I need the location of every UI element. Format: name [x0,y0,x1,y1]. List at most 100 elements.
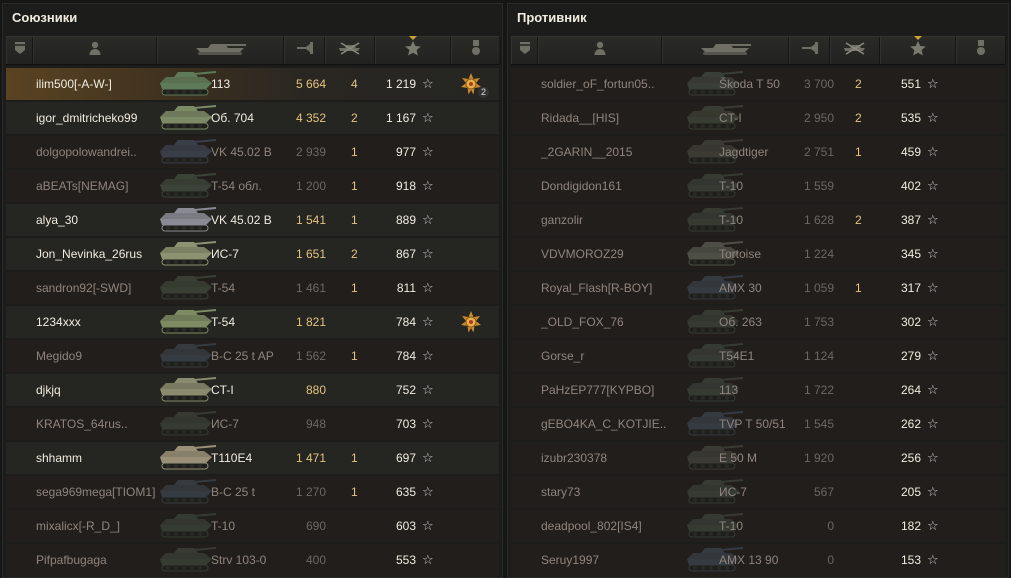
damage-value: 1 559 [803,179,834,193]
player-row[interactable]: alya_30 VK 45.02 B1 541 1 889 ☆ [6,204,499,236]
player-name: Gorse_r [541,349,585,363]
xp-star-icon: ☆ [422,280,434,295]
player-row[interactable]: djkjq CT-I 880 752 ☆ [6,374,499,406]
xp-value: 205 [900,485,921,499]
player-row[interactable]: Royal_Flash[R-BOY] AMX 30 1 059 1 317 ☆ [511,272,1005,304]
player-row[interactable]: sandron92[-SWD] T-54 1 461 1 811 ☆ [6,272,499,304]
tank-icon [156,273,218,303]
player-row[interactable]: _OLD_FOX_76 Об. 263 1 753 302 ☆ [511,306,1005,338]
player-row[interactable]: aBEATs[NEMAG] T-54 обл. 1 200 1 918 ☆ [6,170,499,202]
battle-results-screen: Союзники ilim500[-A-W-] 113 5 664 4 1 219 ☆ 2 i… [0,0,1011,578]
sort-column-kills[interactable] [830,37,880,64]
damage-value: 1 471 [295,451,326,465]
player-row[interactable]: deadpool_802[IS4] T-10 0 182 ☆ [511,510,1005,542]
sort-column-xp-star[interactable] [880,36,956,64]
player-row[interactable]: shhamm T110E4 1 471 1 697 ☆ [6,442,499,474]
xp-star-icon: ☆ [927,382,939,397]
damage-value: 1 541 [295,213,326,227]
xp-star-icon: ☆ [927,144,939,159]
xp-star-icon [405,40,421,61]
sort-column-damage[interactable] [284,37,325,64]
damage-value: 1 124 [803,349,834,363]
xp-value: 784 [395,315,416,329]
damage-value: 1 562 [295,349,326,363]
xp-star-icon: ☆ [422,76,434,91]
player-row[interactable]: ganzolir T-10 1 628 2 387 ☆ [511,204,1005,236]
sort-column-player[interactable] [538,37,662,64]
sort-column-tank[interactable] [157,37,284,64]
player-row[interactable]: mixalicx[-R_D_] T-10 690 603 ☆ [6,510,499,542]
sort-column-damage[interactable] [789,37,830,64]
damage-value: 400 [305,553,326,567]
player-row[interactable]: Ridada__[HIS] CT-I 2 950 2 535 ☆ [511,102,1005,134]
player-row[interactable]: Pifpafbugaga Strv 103-0 400 553 ☆ [6,544,499,576]
player-row[interactable]: sega969mega[TIOM1] B-C 25 t1 270 1 635 ☆ [6,476,499,508]
player-name: soldier_oF_fortun05.. [541,77,655,91]
xp-star-icon: ☆ [927,518,939,533]
medal-icon[interactable] [459,310,483,334]
player-row[interactable]: VDVMOROZ29 Tortoise 1 224 345 ☆ [511,238,1005,270]
xp-star-icon: ☆ [927,246,939,261]
xp-star-icon: ☆ [422,178,434,193]
player-row[interactable]: KRATOS_64rus.. ИС-7 948 703 ☆ [6,408,499,440]
enemies-column-header [511,36,1006,65]
player-row[interactable]: _2GARIN__2015 Jagdtiger 2 751 1 459 ☆ [511,136,1005,168]
damage-value: 1 821 [295,315,326,329]
xp-value: 553 [395,553,416,567]
sort-column-platoon[interactable] [511,37,538,64]
damage-value: 1 628 [803,213,834,227]
player-row[interactable]: Megido9 B-C 25 t AP 1 562 1 784 ☆ [6,340,499,372]
xp-star-icon: ☆ [422,314,434,329]
xp-value: 387 [900,213,921,227]
player-row[interactable]: Jon_Nevinka_26rus ИС-7 1 651 2 867 ☆ [6,238,499,270]
player-row[interactable]: Dondigidon161 T-10 1 559 402 ☆ [511,170,1005,202]
player-name: Ridada__[HIS] [541,111,620,125]
xp-star-icon: ☆ [927,348,939,363]
damage-value: 948 [305,417,326,431]
player-name: Royal_Flash[R-BOY] [541,281,653,295]
sort-column-xp-star[interactable] [375,36,451,64]
sort-indicator-icon [409,36,417,40]
damage-value: 567 [813,485,834,499]
tank-icon [699,40,753,61]
damage-value: 2 950 [803,111,834,125]
tank-icon [156,137,218,167]
player-row[interactable]: PaHzEP777[KYPBO] 113 1 722 264 ☆ [511,374,1005,406]
xp-value: 867 [395,247,416,261]
xp-star-icon: ☆ [927,314,939,329]
sort-column-kills[interactable] [325,37,375,64]
tank-icon [156,545,218,575]
player-name: deadpool_802[IS4] [541,519,642,533]
player-name: izubr230378 [541,451,608,465]
player-row[interactable]: igor_dmitricheko99 Об. 704 4 352 2 1 167 ☆ [6,102,499,134]
medal-icon[interactable]: 2 [459,72,489,98]
xp-star-icon: ☆ [927,76,939,91]
sort-column-platoon[interactable] [6,37,33,64]
platoon-icon [519,41,531,60]
damage-value: 880 [305,383,326,397]
player-row[interactable]: dolgopolowandrei.. VK 45.02 B2 939 1 977 ☆ [6,136,499,168]
sort-column-medal[interactable] [451,37,501,64]
sort-column-tank[interactable] [662,37,789,64]
sort-column-medal[interactable] [956,37,1006,64]
xp-value: 551 [900,77,921,91]
player-row[interactable]: Seruy1997 AMX 13 90 0 153 ☆ [511,544,1005,576]
xp-star-icon: ☆ [927,484,939,499]
player-row[interactable]: 1234xxx T-54 1 821 784 ☆ [6,306,499,338]
xp-star-icon: ☆ [422,348,434,363]
player-name: _2GARIN__2015 [541,145,633,159]
player-row[interactable]: Gorse_r T54E1 1 124 279 ☆ [511,340,1005,372]
player-row[interactable]: gEBO4KA_C_KOTJIE.. TVP T 50/51 1 545 262 ☆ [511,408,1005,440]
xp-value: 459 [900,145,921,159]
allies-column-header [6,36,501,65]
allies-title: Союзники [12,10,78,25]
xp-star-icon: ☆ [422,212,434,227]
player-row[interactable]: soldier_oF_fortun05.. Škoda T 50 3 700 2 551… [511,68,1005,100]
xp-star-icon: ☆ [927,110,939,125]
xp-star-icon: ☆ [927,280,939,295]
player-row[interactable]: stary73 ИС-7 567 205 ☆ [511,476,1005,508]
player-row[interactable]: izubr230378 E 50 M1 920 256 ☆ [511,442,1005,474]
player-row[interactable]: ilim500[-A-W-] 113 5 664 4 1 219 ☆ 2 [6,68,499,100]
medal-icon [471,40,481,61]
sort-column-player[interactable] [33,37,157,64]
